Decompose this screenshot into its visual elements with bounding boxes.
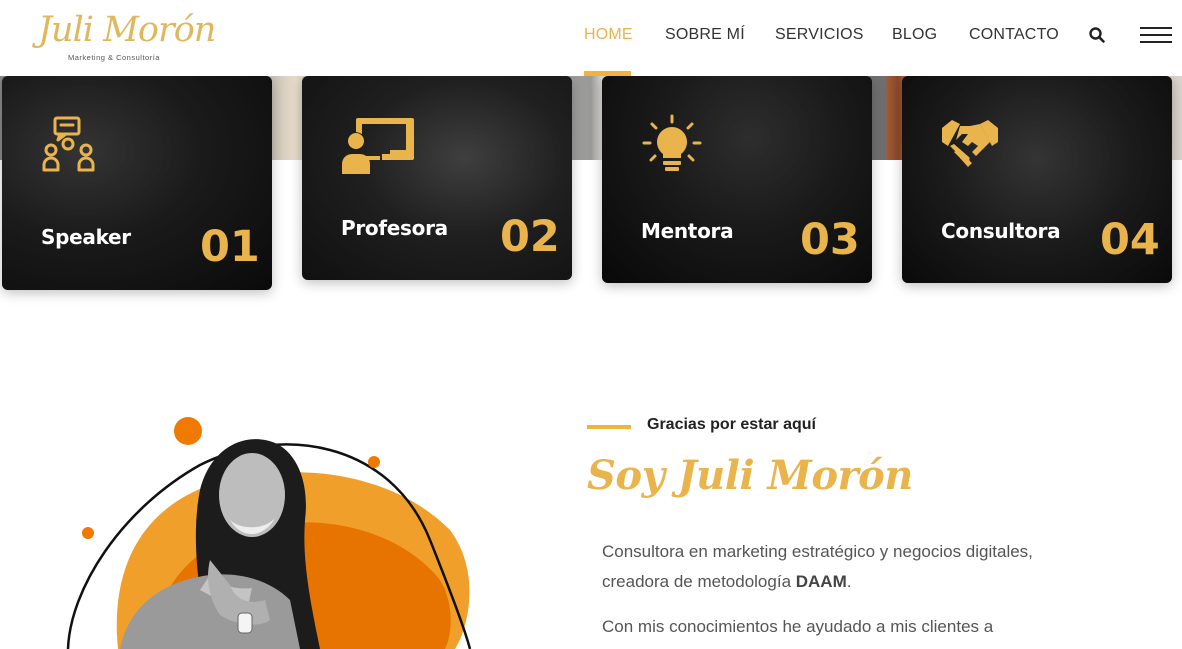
- handshake-icon: [940, 116, 1000, 177]
- card-title: Profesora: [341, 216, 448, 240]
- nav-item-contacto[interactable]: CONTACTO: [969, 26, 1059, 44]
- speaker-chat-icon: [42, 116, 100, 179]
- teacher-board-icon: [342, 116, 416, 181]
- card-title: Mentora: [641, 219, 734, 243]
- about-paragraph-line: Consultora en marketing estratégico y ne…: [602, 542, 1033, 561]
- card-title: Consultora: [941, 219, 1061, 243]
- service-card-speaker[interactable]: Speaker 01: [2, 76, 272, 290]
- logo-subtitle: Marketing & Consultoría: [68, 53, 160, 62]
- daam-bold: DAAM: [795, 572, 847, 591]
- nav-item-sobre-mi[interactable]: SOBRE MÍ: [665, 26, 745, 44]
- site-header: Juli Morón Marketing & Consultoría HOME …: [0, 0, 1182, 76]
- about-paragraph-line: Con mis conocimientos he ayudado a mis c…: [602, 617, 994, 636]
- active-nav-indicator: [584, 71, 631, 76]
- card-number: 01: [200, 222, 260, 272]
- portrait-illustration: [60, 400, 490, 649]
- search-icon[interactable]: [1088, 26, 1108, 46]
- about-kicker: Gracias por estar aquí: [647, 416, 816, 433]
- nav-item-blog[interactable]: BLOG: [892, 26, 937, 44]
- service-card-consultora[interactable]: Consultora 04: [902, 76, 1172, 283]
- card-number: 04: [1100, 215, 1160, 265]
- lightbulb-icon: [642, 114, 702, 181]
- nav-item-servicios[interactable]: SERVICIOS: [775, 26, 864, 44]
- service-card-mentora[interactable]: Mentora 03: [602, 76, 872, 283]
- logo-text: Juli Morón: [38, 10, 216, 50]
- card-number: 03: [800, 215, 860, 265]
- about-paragraph-line: creadora de metodología DAAM.: [602, 567, 851, 597]
- hamburger-menu-icon[interactable]: [1140, 27, 1172, 45]
- nav-item-home[interactable]: HOME: [584, 26, 633, 44]
- card-number: 02: [500, 212, 560, 262]
- about-text-suffix: .: [846, 572, 852, 591]
- about-heading: Soy Juli Morón: [587, 452, 913, 499]
- kicker-accent-line: [587, 425, 631, 429]
- about-text-prefix: creadora de metodología: [602, 572, 796, 591]
- card-title: Speaker: [41, 225, 131, 249]
- logo[interactable]: Juli Morón Marketing & Consultoría: [38, 8, 216, 64]
- service-card-profesora[interactable]: Profesora 02: [302, 76, 572, 280]
